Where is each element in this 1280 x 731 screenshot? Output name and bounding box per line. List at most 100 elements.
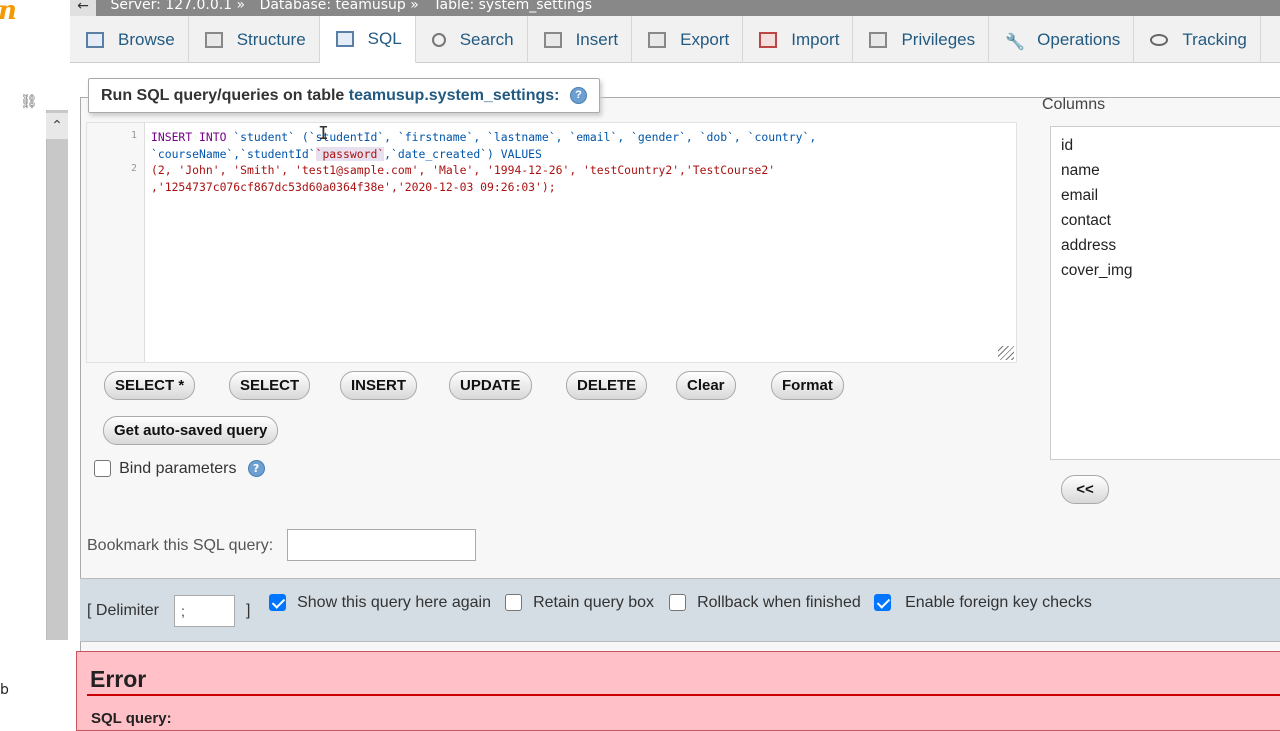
tab-label: Privileges (901, 29, 976, 49)
tab-import[interactable]: Import (743, 16, 854, 63)
back-arrow-icon[interactable]: ← (70, 0, 96, 16)
help-icon[interactable]: ? (247, 460, 265, 477)
tab-sql[interactable]: SQL (319, 16, 416, 63)
column-option[interactable]: address (1061, 233, 1279, 258)
sql-code[interactable]: INSERT INTO `student` (`studentId`, `fir… (151, 129, 816, 195)
sql-identifier: `student` (233, 130, 296, 144)
sql-identifier: `courseName`,`studentId` (151, 146, 316, 161)
breadcrumb-database[interactable]: Database: teamusup (260, 0, 406, 13)
tab-bar: Browse Structure SQL Search Insert Expor… (70, 16, 1280, 63)
bookmark-label: Bookmark this SQL query: (87, 537, 274, 554)
sql-highlight: `password` (315, 146, 385, 161)
tab-structure[interactable]: Structure (189, 16, 320, 63)
editor-gutter (87, 123, 145, 362)
query-options-bar: [ Delimiter ] Show this query here again… (80, 578, 1280, 642)
tab-export[interactable]: Export (632, 16, 744, 63)
retain-query-box-checkbox[interactable] (505, 594, 522, 611)
foreign-key-checks-label[interactable]: Enable foreign key checks (905, 594, 1092, 611)
sql-icon (335, 31, 354, 47)
format-button[interactable]: Format (771, 371, 844, 400)
error-sql-query-label: SQL query: (91, 710, 172, 727)
clear-button[interactable]: Clear (676, 371, 736, 400)
tab-label: Structure (236, 29, 306, 49)
tab-label: Operations (1037, 29, 1121, 49)
insert-column-button[interactable]: << (1061, 475, 1109, 504)
delete-button[interactable]: DELETE (566, 371, 648, 400)
update-button[interactable]: UPDATE (449, 371, 532, 400)
bookmark-input[interactable] (287, 529, 476, 561)
rollback-option: Rollback when finished (669, 592, 861, 612)
sql-identifier: ,`date_created`) VALUES (384, 146, 542, 161)
browse-icon (86, 31, 104, 48)
scroll-up-icon[interactable]: ⌃ (46, 113, 68, 139)
tab-insert[interactable]: Insert (528, 16, 633, 63)
phpmyadmin-logo[interactable]: n (0, 0, 17, 26)
search-icon (431, 32, 446, 47)
tab-label: Export (680, 29, 730, 49)
sql-values: (2, 'John', 'Smith', 'test1@sample.com',… (151, 163, 776, 177)
rollback-label[interactable]: Rollback when finished (697, 594, 861, 611)
tab-privileges[interactable]: Privileges (853, 16, 990, 63)
privileges-icon (869, 31, 888, 48)
delimiter-label: [ Delimiter (87, 602, 160, 619)
scrollbar[interactable] (46, 110, 68, 640)
breadcrumb-server[interactable]: Server: 127.0.0.1 (110, 0, 232, 13)
column-option[interactable]: email (1061, 183, 1279, 208)
get-auto-saved-query-button[interactable]: Get auto-saved query (103, 416, 279, 445)
columns-header: Columns (1042, 96, 1106, 113)
insert-button[interactable]: INSERT (340, 371, 418, 400)
breadcrumb: ← Server: 127.0.0.1 » Database: teamusup… (70, 0, 1280, 16)
breadcrumb-separator: » (410, 0, 419, 13)
navigation-panel: n ⛓ ⌃ b (0, 0, 70, 720)
delimiter-input[interactable] (174, 595, 235, 627)
retain-query-box-label[interactable]: Retain query box (533, 594, 654, 611)
breadcrumb-table[interactable]: Table: system_settings (433, 0, 592, 13)
resize-grip-icon[interactable] (998, 346, 1014, 360)
sql-editor[interactable]: 1 2 INSERT INTO `student` (`studentId`, … (86, 122, 1017, 363)
tab-label: Search (459, 29, 514, 49)
eye-icon (1150, 33, 1169, 46)
breadcrumb-separator: » (236, 0, 246, 13)
tab-tracking[interactable]: Tracking (1134, 16, 1261, 63)
bind-parameters-checkbox[interactable] (94, 460, 111, 477)
columns-list[interactable]: id name email contact address cover_img (1050, 126, 1280, 460)
bind-parameters-row: Bind parameters ? (94, 458, 265, 478)
tab-operations[interactable]: 🔧 Operations (989, 16, 1135, 63)
select-all-button[interactable]: SELECT * (104, 371, 196, 400)
tab-label: SQL (367, 29, 402, 48)
line-number: 2 (131, 163, 138, 174)
error-divider (87, 694, 1280, 696)
delimiter-bracket: ] (246, 602, 251, 619)
show-query-again-checkbox[interactable] (269, 594, 286, 611)
sql-values: ,'1254737c076cf867dc53d60a0364f38e','202… (151, 179, 556, 194)
insert-icon (543, 31, 562, 48)
rollback-checkbox[interactable] (669, 594, 686, 611)
column-option[interactable]: contact (1061, 208, 1279, 233)
query-legend: Run SQL query/queries on table teamusup.… (88, 78, 600, 113)
error-title: Error (90, 666, 147, 692)
column-option[interactable]: name (1061, 158, 1279, 183)
tab-label: Import (791, 29, 840, 49)
structure-icon (204, 31, 223, 48)
sql-identifier: (`studentId`, `firstname`, `lastname`, `… (295, 130, 817, 144)
line-number: 1 (131, 130, 138, 141)
show-query-again-label[interactable]: Show this query here again (297, 594, 491, 611)
legend-prefix: Run SQL query/queries on table (101, 87, 349, 104)
help-icon[interactable]: ? (569, 87, 587, 105)
column-option[interactable]: id (1061, 133, 1279, 158)
bind-parameters-label[interactable]: Bind parameters (119, 460, 236, 477)
link-icon[interactable]: ⛓ (20, 94, 38, 110)
tab-search[interactable]: Search (416, 16, 528, 63)
column-option[interactable]: cover_img (1061, 258, 1279, 283)
foreign-key-checks-checkbox[interactable] (874, 594, 891, 611)
tab-browse[interactable]: Browse (70, 16, 189, 63)
sql-keyword: INSERT INTO (151, 130, 227, 144)
tab-label: Insert (575, 29, 619, 49)
export-icon (648, 31, 667, 48)
nav-text-fragment: b (0, 682, 9, 698)
error-panel: Error SQL query: (76, 651, 1280, 731)
select-button[interactable]: SELECT (229, 371, 311, 400)
retain-query-box-option: Retain query box (505, 592, 654, 612)
legend-table-link[interactable]: teamusup.system_settings: (349, 87, 560, 104)
wrench-icon: 🔧 (1005, 33, 1026, 51)
